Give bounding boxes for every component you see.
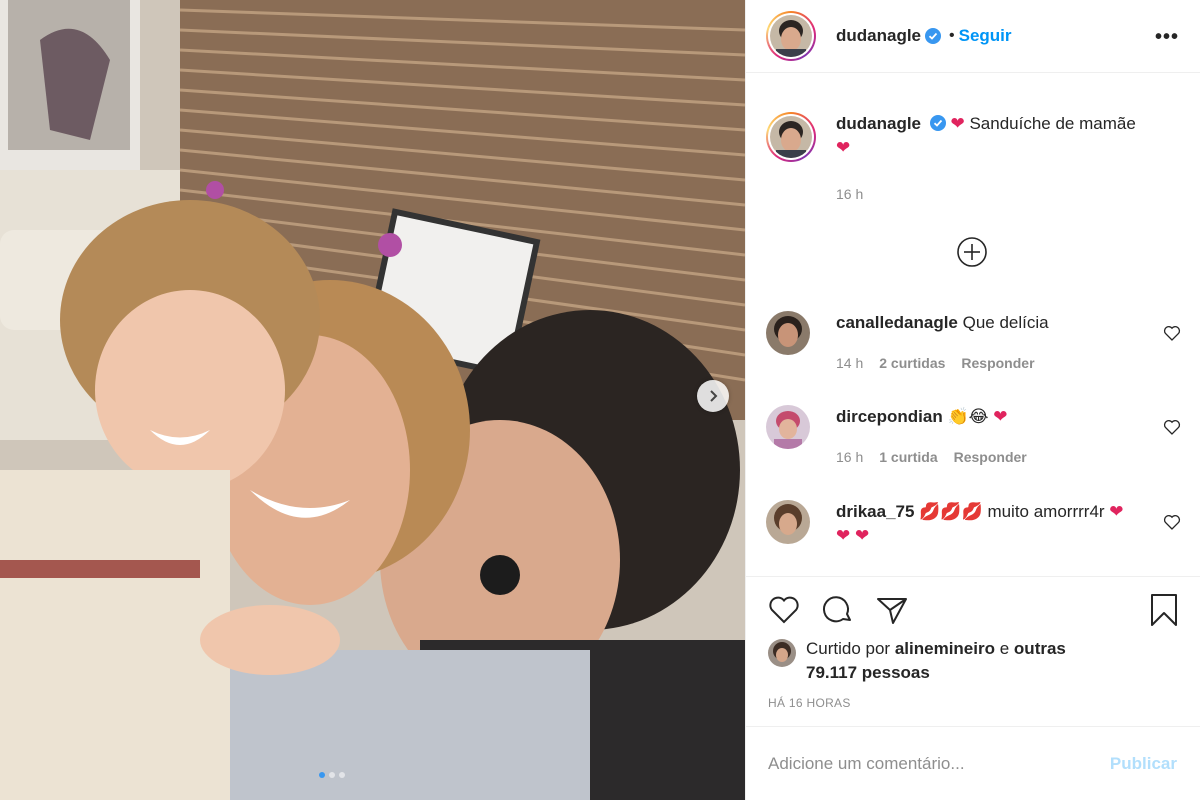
carousel-dot xyxy=(319,772,325,778)
add-comment-bar: Publicar xyxy=(746,726,1200,800)
post-caption: dudanagle ❤ Sanduíche de mamãe ❤ xyxy=(766,112,1186,162)
post-image xyxy=(0,0,745,800)
publish-button[interactable]: Publicar xyxy=(1110,754,1177,774)
heart-icon[interactable] xyxy=(1162,323,1182,343)
comment-time: 16 h xyxy=(836,449,864,465)
lips-emoji: 💋💋💋 xyxy=(919,502,983,521)
heart-emoji: ❤ xyxy=(836,138,851,157)
carousel-dot xyxy=(329,772,335,778)
comment-text: dircepondian 👏😂 ❤ xyxy=(836,405,1126,429)
heart-emoji: ❤ xyxy=(950,114,965,133)
comment-input[interactable] xyxy=(768,749,1088,779)
caption-text: dudanagle ❤ Sanduíche de mamãe ❤ xyxy=(836,112,1136,162)
heart-icon[interactable] xyxy=(766,592,802,628)
caption-avatar[interactable] xyxy=(766,112,816,162)
comment-icon[interactable] xyxy=(820,592,856,628)
post-details-panel: dudanagle • Seguir ••• dudanagle ❤ Sandu… xyxy=(745,0,1200,800)
comment-text: drikaa_75 💋💋💋 muito amorrrr4r ❤ ❤ ❤ xyxy=(836,500,1126,548)
next-icon xyxy=(710,390,718,402)
carousel-dot xyxy=(339,772,345,778)
reply-button[interactable]: Responder xyxy=(961,355,1034,371)
post-header: dudanagle • Seguir ••• xyxy=(746,0,1200,73)
liked-by-avatar[interactable] xyxy=(768,639,796,667)
load-more-icon[interactable] xyxy=(956,236,988,268)
comment-username[interactable]: drikaa_75 xyxy=(836,502,914,521)
comment-text: canalledanagle Que delícia xyxy=(836,311,1126,335)
author-username[interactable]: dudanagle xyxy=(836,26,921,46)
comment-likes[interactable]: 1 curtida xyxy=(879,449,937,465)
caption-username[interactable]: dudanagle xyxy=(836,114,921,133)
comment-avatar[interactable] xyxy=(766,311,810,355)
comment-username[interactable]: dircepondian xyxy=(836,407,943,426)
author-avatar[interactable] xyxy=(766,11,816,61)
comment-likes[interactable]: 2 curtidas xyxy=(879,355,945,371)
comment-body: Que delícia xyxy=(962,313,1049,332)
comment-avatar[interactable] xyxy=(766,500,810,544)
comment-body: muito amorrrr4r xyxy=(987,502,1105,521)
heart-icon[interactable] xyxy=(1162,417,1182,437)
comment-avatar[interactable] xyxy=(766,405,810,449)
comment-meta: 14 h 2 curtidas Responder xyxy=(836,355,1035,371)
more-options-button[interactable]: ••• xyxy=(1155,26,1179,49)
post-photo[interactable] xyxy=(0,0,745,800)
liked-user[interactable]: alinemineiro xyxy=(895,639,995,658)
caption-body: Sanduíche de mamãe xyxy=(969,114,1136,133)
post-timestamp[interactable]: HÁ 16 HORAS xyxy=(768,696,851,710)
bookmark-icon[interactable] xyxy=(1146,592,1182,628)
follow-separator: • xyxy=(949,27,955,44)
liked-prefix: Curtido por xyxy=(806,639,891,658)
carousel-indicator xyxy=(319,772,345,778)
heart-emoji: ❤ xyxy=(993,407,1008,426)
reply-button[interactable]: Responder xyxy=(954,449,1027,465)
comment-time: 14 h xyxy=(836,355,864,371)
follow-button[interactable]: Seguir xyxy=(959,26,1012,46)
liked-by: Curtido por alinemineiro e outras 79.117… xyxy=(768,637,1106,685)
caption-timestamp: 16 h xyxy=(836,186,864,202)
verified-icon xyxy=(929,115,946,131)
share-icon[interactable] xyxy=(874,592,910,628)
comment-username[interactable]: canalledanagle xyxy=(836,313,958,332)
liked-conj: e xyxy=(999,639,1010,658)
heart-icon[interactable] xyxy=(1162,512,1182,532)
liked-by-text: Curtido por alinemineiro e outras 79.117… xyxy=(806,637,1106,685)
next-slide-button[interactable] xyxy=(697,380,729,412)
verified-icon xyxy=(925,28,942,44)
comment-meta: 16 h 1 curtida Responder xyxy=(836,449,1027,465)
comment-body: 👏😂 xyxy=(947,407,989,426)
post-actions: Curtido por alinemineiro e outras 79.117… xyxy=(746,576,1200,726)
